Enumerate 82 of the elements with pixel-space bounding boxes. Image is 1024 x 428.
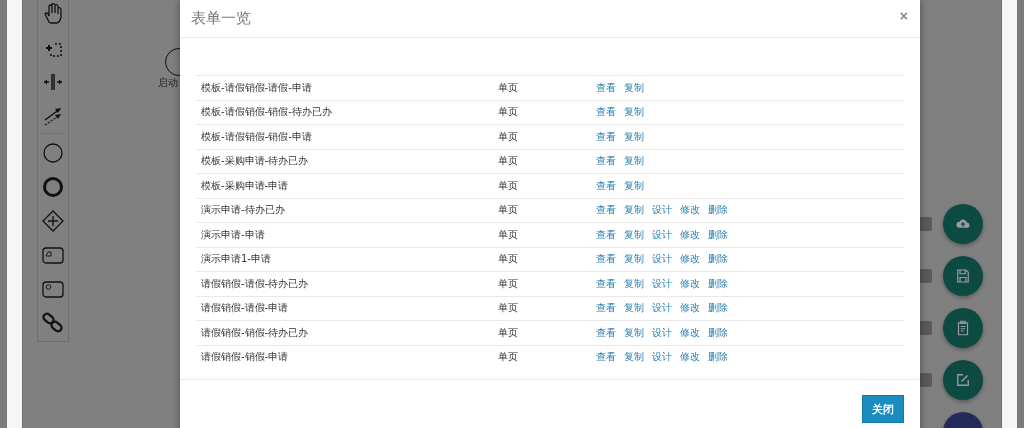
action-link[interactable]: 复制	[624, 80, 644, 95]
action-link[interactable]: 复制	[624, 325, 644, 340]
action-link[interactable]: 删除	[708, 350, 728, 365]
action-link[interactable]: 设计	[652, 276, 672, 291]
action-link[interactable]: 查看	[596, 203, 616, 218]
action-link[interactable]: 设计	[652, 301, 672, 316]
floating-action-button[interactable]	[943, 256, 983, 296]
action-link[interactable]: 修改	[680, 276, 700, 291]
action-link[interactable]: 设计	[652, 227, 672, 242]
action-link[interactable]: 复制	[624, 227, 644, 242]
action-link[interactable]: 查看	[596, 178, 616, 193]
action-link[interactable]: 复制	[624, 105, 644, 120]
table-cell-text: 模板-请假销假-销假-申请	[200, 129, 313, 144]
action-link[interactable]: 修改	[680, 203, 700, 218]
table-cell-text: 模板-请假销假-请假-申请	[200, 80, 313, 95]
table-cell-text: 演示申请-待办已办	[200, 203, 286, 218]
action-link[interactable]: 查看	[596, 105, 616, 120]
action-link[interactable]: 修改	[680, 301, 700, 316]
floating-action-button[interactable]	[943, 308, 983, 348]
table-cell-text: 单页	[498, 154, 519, 169]
table-cell-text: 请假销假-销假-申请	[200, 350, 290, 365]
action-link[interactable]: 修改	[680, 227, 700, 242]
table-cell-text: 单页	[498, 276, 519, 291]
action-link[interactable]: 查看	[596, 350, 616, 365]
action-link[interactable]: 查看	[596, 154, 616, 169]
edit-icon	[954, 371, 972, 389]
table-cell-text: 请假销假-销假-待办已办	[200, 325, 310, 340]
table-cell-text: 演示申请1-申请	[200, 252, 272, 267]
table-cell-text: 模板-采购申请-待办已办	[200, 154, 310, 169]
circle-icon[interactable]	[41, 141, 65, 165]
table-cell-text: 单页	[498, 178, 519, 193]
close-dialog-button[interactable]: 关闭	[862, 395, 904, 423]
table-cell-text: 演示申请-申请	[200, 227, 266, 242]
chain-link-icon[interactable]	[41, 311, 65, 335]
table-cell-text: 单页	[498, 129, 519, 144]
action-link[interactable]: 修改	[680, 252, 700, 267]
action-link[interactable]: 修改	[680, 350, 700, 365]
floating-action-button[interactable]	[943, 204, 983, 244]
table-cell-text: 单页	[498, 80, 519, 95]
table-cell-text: 单页	[498, 301, 519, 316]
thick-circle-icon[interactable]	[41, 175, 65, 199]
action-link[interactable]: 删除	[708, 203, 728, 218]
action-link[interactable]: 查看	[596, 276, 616, 291]
table-cell-text: 单页	[498, 227, 519, 242]
table-cell-text: 模板-采购申请-申请	[200, 178, 290, 193]
start-event-label: 启动	[158, 76, 178, 90]
action-link[interactable]: 查看	[596, 80, 616, 95]
action-link[interactable]: 复制	[624, 276, 644, 291]
action-link[interactable]: 查看	[596, 325, 616, 340]
action-link[interactable]: 复制	[624, 203, 644, 218]
action-link[interactable]: 设计	[652, 325, 672, 340]
action-link[interactable]: 删除	[708, 325, 728, 340]
dialog-title: 表单一览	[191, 9, 251, 28]
action-link[interactable]: 复制	[624, 252, 644, 267]
table-cell-text: 模板-请假销假-销假-待办已办	[200, 105, 333, 120]
action-link[interactable]: 设计	[652, 203, 672, 218]
action-link[interactable]: 查看	[596, 301, 616, 316]
action-link[interactable]: 删除	[708, 276, 728, 291]
action-link[interactable]: 修改	[680, 325, 700, 340]
action-link[interactable]: 复制	[624, 301, 644, 316]
action-link[interactable]: 复制	[624, 178, 644, 193]
table-cell-text: 单页	[498, 203, 519, 218]
action-link[interactable]: 删除	[708, 227, 728, 242]
floating-action-button[interactable]	[943, 360, 983, 400]
table-cell-text: 单页	[498, 350, 519, 365]
table-cell-text: 请假销假-请假-待办已办	[200, 276, 310, 291]
diamond-icon[interactable]	[41, 209, 65, 233]
action-link[interactable]: 查看	[596, 252, 616, 267]
action-link[interactable]: 设计	[652, 252, 672, 267]
action-link[interactable]: 查看	[596, 129, 616, 144]
action-link[interactable]: 删除	[708, 252, 728, 267]
action-link[interactable]: 查看	[596, 227, 616, 242]
table-cell-text: 单页	[498, 325, 519, 340]
close-button[interactable]: ×	[899, 7, 908, 24]
table-cell-text: 单页	[498, 252, 519, 267]
action-link[interactable]: 设计	[652, 350, 672, 365]
table-cell-text: 请假销假-请假-申请	[200, 301, 290, 316]
action-link[interactable]: 复制	[624, 129, 644, 144]
action-link[interactable]: 复制	[624, 154, 644, 169]
action-link[interactable]: 删除	[708, 301, 728, 316]
table-cell-text: 单页	[498, 105, 519, 120]
action-link[interactable]: 复制	[624, 350, 644, 365]
